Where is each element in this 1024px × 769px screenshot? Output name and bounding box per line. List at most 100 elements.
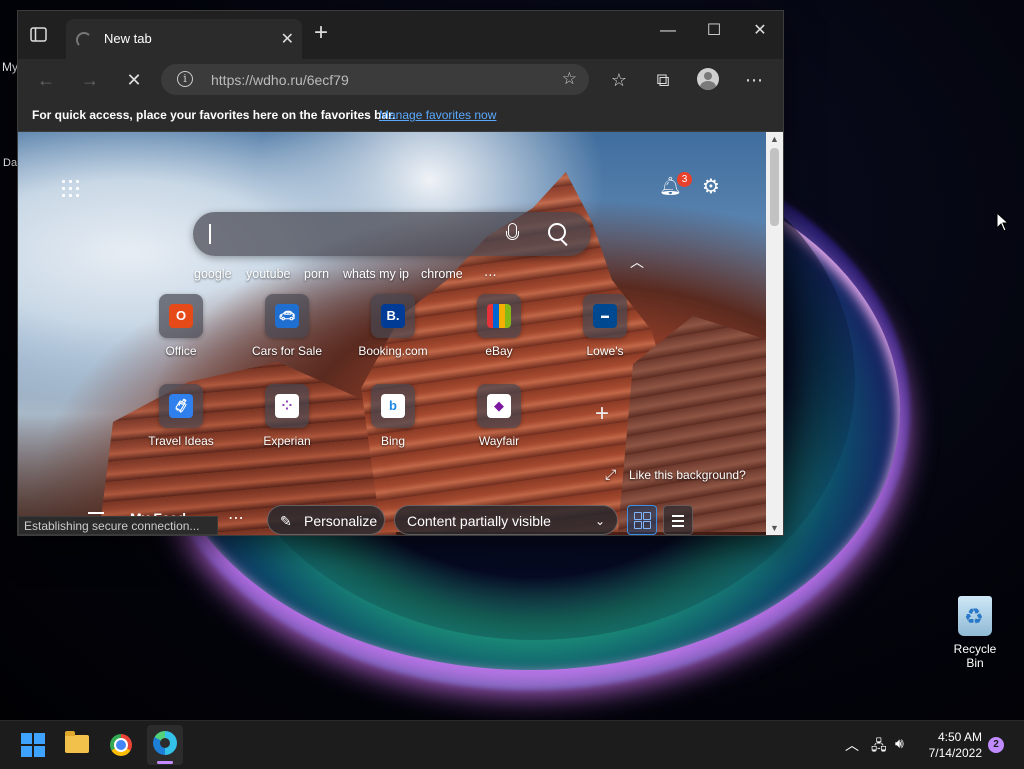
edge-icon — [153, 731, 177, 755]
travel-icon: 🧳︎ — [169, 394, 193, 418]
add-favorite-icon[interactable]: ☆ — [562, 69, 577, 89]
experian-icon: ⁘ — [275, 394, 299, 418]
close-window-icon[interactable]: ✕ — [737, 11, 783, 55]
personalize-label: Personalize — [304, 513, 378, 529]
quick-link[interactable]: youtube — [246, 267, 290, 281]
url-text[interactable]: https://wdho.ru/6ecf79 — [211, 72, 349, 88]
file-explorer-icon[interactable] — [61, 729, 93, 761]
tile-label: eBay — [485, 344, 513, 358]
notification-center-badge[interactable]: 2 — [988, 737, 1004, 753]
recycle-bin[interactable]: Recycle Bin — [944, 596, 1006, 670]
search-icon[interactable] — [548, 223, 566, 241]
quick-link[interactable]: google — [194, 267, 232, 281]
tile-label: Cars for Sale — [251, 344, 323, 358]
chevron-up-icon[interactable]: ︿ — [630, 252, 644, 272]
site-info-icon[interactable]: i — [177, 71, 193, 87]
like-background-label: Like this background? — [629, 468, 746, 482]
personalize-button[interactable]: ✎ Personalize — [267, 505, 385, 535]
wayfair-icon: ◆ — [487, 394, 511, 418]
address-bar[interactable]: i https://wdho.ru/6ecf79 ☆ — [161, 64, 589, 95]
list-view-button[interactable] — [663, 505, 693, 535]
system-clock[interactable]: 4:50 AM 7/14/2022 — [922, 729, 982, 761]
manage-favorites-link[interactable]: Manage favorites now — [379, 108, 496, 122]
pencil-icon: ✎ — [280, 513, 292, 529]
maximize-icon[interactable]: ☐ — [691, 11, 737, 55]
favorites-bar: For quick access, place your favorites h… — [18, 101, 783, 132]
web-search-box[interactable] — [193, 212, 591, 256]
app-launcher-icon[interactable] — [62, 180, 80, 198]
site-tile-booking[interactable]: B. Booking.com — [348, 294, 438, 358]
show-hidden-icons-chevron-icon[interactable]: ︿ — [845, 735, 859, 755]
address-toolbar: ← → ✕ i https://wdho.ru/6ecf79 ☆ ☆ ⧉ ⋯ — [18, 59, 783, 101]
text-caret — [209, 224, 211, 244]
collections-icon[interactable]: ⧉ — [648, 68, 678, 92]
tab-title: New tab — [104, 31, 152, 46]
status-bar: Establishing secure connection... — [18, 516, 218, 535]
scroll-down-arrow-icon[interactable]: ▼ — [770, 523, 779, 533]
quick-links-more-icon[interactable]: ⋯ — [484, 267, 497, 282]
page-scrollbar[interactable]: ▲ ▼ — [766, 132, 783, 535]
quick-link[interactable]: porn — [304, 267, 329, 281]
site-tile-ebay[interactable]: eBay — [454, 294, 544, 358]
stop-loading-button[interactable]: ✕ — [119, 68, 149, 92]
tile-label: Experian — [263, 434, 311, 448]
forward-button[interactable]: → — [75, 68, 105, 92]
site-tile-wayfair[interactable]: ◆ Wayfair — [454, 384, 544, 448]
site-tile-travel[interactable]: 🧳︎ Travel Ideas — [136, 384, 226, 448]
site-tile-experian[interactable]: ⁘ Experian — [242, 384, 332, 448]
back-button[interactable]: ← — [31, 68, 61, 92]
start-button[interactable] — [17, 729, 49, 761]
clock-time: 4:50 AM — [937, 730, 982, 744]
bing-icon: b — [381, 394, 405, 418]
new-tab-page: 🔔︎ 3 ⚙ ︿ google youtube porn whats my ip… — [18, 132, 766, 535]
favorites-icon[interactable]: ☆ — [604, 68, 634, 92]
desktop-icon-label[interactable]: Da — [3, 157, 17, 169]
network-icon[interactable]: 🖧︎ — [871, 735, 887, 759]
ebay-icon — [487, 304, 511, 328]
tile-label: Bing — [380, 434, 406, 448]
chrome-icon[interactable] — [105, 729, 137, 761]
site-tile-bing[interactable]: b Bing — [348, 384, 438, 448]
content-visibility-dropdown[interactable]: Content partially visible ⌄ — [394, 505, 618, 535]
cars-icon: 🚗︎ — [275, 304, 299, 328]
clock-date: 7/14/2022 — [928, 746, 982, 760]
volume-icon[interactable]: 🔊︎ — [895, 735, 904, 752]
add-site-plus-icon[interactable]: + — [590, 402, 614, 426]
tab-strip: New tab ✕ + — ☐ ✕ — [18, 11, 783, 59]
quick-link[interactable]: chrome — [421, 267, 463, 281]
notification-badge: 3 — [677, 172, 692, 187]
site-tile-office[interactable]: O Office — [136, 294, 226, 358]
settings-more-icon[interactable]: ⋯ — [739, 68, 769, 92]
feed-more-icon[interactable]: ⋯ — [228, 508, 244, 528]
page-settings-gear-icon[interactable]: ⚙ — [702, 174, 720, 199]
office-icon: O — [169, 304, 193, 328]
recycle-bin-icon — [958, 596, 992, 636]
quick-link[interactable]: whats my ip — [343, 267, 409, 281]
taskbar: ︿ 🖧︎ 🔊︎ 4:50 AM 7/14/2022 2 — [0, 720, 1024, 769]
minimize-icon[interactable]: — — [645, 11, 691, 55]
active-app-indicator — [157, 761, 173, 764]
edge-taskbar-button[interactable] — [147, 725, 183, 765]
site-tile-cars[interactable]: 🚗︎ Cars for Sale — [242, 294, 332, 358]
microphone-icon[interactable] — [506, 223, 519, 245]
tile-label: Lowe's — [586, 344, 624, 358]
scrollbar-thumb[interactable] — [770, 148, 779, 226]
chevron-down-icon: ⌄ — [594, 514, 605, 528]
tile-label: Office — [165, 344, 197, 358]
desktop-icon-label[interactable]: My — [2, 60, 18, 74]
site-tile-lowes[interactable]: ▬ Lowe's — [560, 294, 650, 358]
tile-label: Wayfair — [478, 434, 520, 448]
profile-avatar[interactable] — [697, 68, 719, 90]
recycle-bin-label: Recycle Bin — [953, 642, 997, 670]
new-tab-button[interactable]: + — [314, 21, 328, 45]
close-tab-icon[interactable]: ✕ — [281, 29, 294, 49]
lowes-icon: ▬ — [593, 304, 617, 328]
tab-new-tab[interactable]: New tab ✕ — [66, 19, 302, 59]
favorites-bar-message: For quick access, place your favorites h… — [32, 108, 396, 122]
expand-icon: ⤢ — [605, 466, 617, 482]
grid-view-button[interactable] — [627, 505, 657, 535]
scroll-up-arrow-icon[interactable]: ▲ — [770, 134, 779, 144]
tab-actions-menu-icon[interactable] — [30, 27, 48, 43]
tile-label: Travel Ideas — [148, 434, 214, 448]
booking-icon: B. — [381, 304, 405, 328]
